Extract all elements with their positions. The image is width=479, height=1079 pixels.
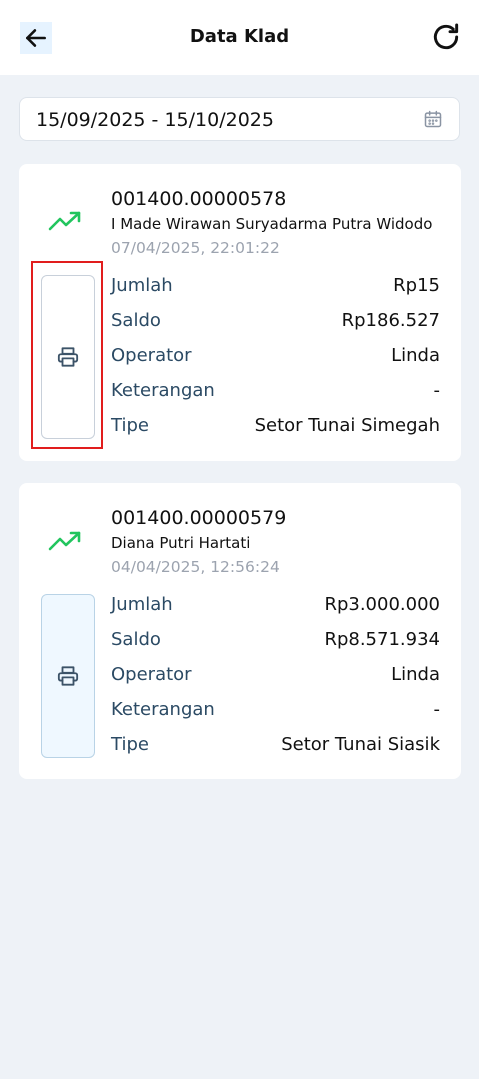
printer-icon — [57, 666, 79, 686]
detail-value: - — [433, 380, 441, 401]
detail-row-keterangan: Keterangan - — [111, 375, 440, 410]
print-button[interactable] — [41, 275, 95, 439]
detail-row-jumlah: Jumlah Rp15 — [111, 270, 440, 305]
trending-up-icon — [48, 531, 81, 551]
customer-name: I Made Wirawan Suryadarma Putra Widodo — [111, 215, 433, 233]
detail-label: Tipe — [111, 734, 149, 755]
detail-value: Setor Tunai Simegah — [254, 415, 440, 436]
detail-label: Jumlah — [111, 594, 173, 615]
detail-value: Rp8.571.934 — [324, 629, 440, 650]
trending-up-icon — [48, 211, 81, 231]
detail-label: Jumlah — [111, 275, 173, 296]
transaction-timestamp: 07/04/2025, 22:01:22 — [111, 239, 280, 257]
detail-label: Saldo — [111, 310, 161, 331]
detail-row-operator: Operator Linda — [111, 659, 440, 694]
detail-row-keterangan: Keterangan - — [111, 694, 440, 729]
detail-label: Operator — [111, 345, 192, 366]
transaction-timestamp: 04/04/2025, 12:56:24 — [111, 558, 280, 576]
detail-row-operator: Operator Linda — [111, 340, 440, 375]
account-number: 001400.00000579 — [111, 507, 287, 529]
calendar-icon — [424, 110, 442, 128]
detail-row-tipe: Tipe Setor Tunai Siasik — [111, 729, 440, 764]
transaction-details: Jumlah Rp3.000.000 Saldo Rp8.571.934 Ope… — [111, 589, 440, 764]
refresh-icon — [433, 23, 459, 50]
detail-label: Operator — [111, 664, 192, 685]
transaction-details: Jumlah Rp15 Saldo Rp186.527 Operator Lin… — [111, 270, 440, 445]
detail-value: Linda — [391, 345, 440, 366]
printer-icon — [57, 347, 79, 367]
print-button[interactable] — [41, 594, 95, 758]
account-number: 001400.00000578 — [111, 188, 287, 210]
detail-row-saldo: Saldo Rp8.571.934 — [111, 624, 440, 659]
transaction-card: 001400.00000578 I Made Wirawan Suryadarm… — [19, 164, 461, 461]
detail-value: Rp3.000.000 — [324, 594, 440, 615]
customer-name: Diana Putri Hartati — [111, 534, 251, 552]
detail-row-jumlah: Jumlah Rp3.000.000 — [111, 589, 440, 624]
detail-value: Rp186.527 — [341, 310, 440, 331]
refresh-button[interactable] — [429, 20, 463, 54]
app-bar: Data Klad — [0, 0, 479, 75]
detail-value: - — [433, 699, 441, 720]
detail-row-saldo: Saldo Rp186.527 — [111, 305, 440, 340]
detail-value: Rp15 — [393, 275, 440, 296]
detail-row-tipe: Tipe Setor Tunai Simegah — [111, 410, 440, 445]
detail-value: Linda — [391, 664, 440, 685]
date-range-picker[interactable]: 15/09/2025 - 15/10/2025 — [19, 97, 460, 141]
detail-value: Setor Tunai Siasik — [281, 734, 440, 755]
date-range-value: 15/09/2025 - 15/10/2025 — [36, 109, 274, 131]
detail-label: Keterangan — [111, 699, 215, 720]
transaction-card: 001400.00000579 Diana Putri Hartati 04/0… — [19, 483, 461, 779]
page-title: Data Klad — [189, 26, 290, 47]
detail-label: Saldo — [111, 629, 161, 650]
detail-label: Keterangan — [111, 380, 215, 401]
detail-label: Tipe — [111, 415, 149, 436]
